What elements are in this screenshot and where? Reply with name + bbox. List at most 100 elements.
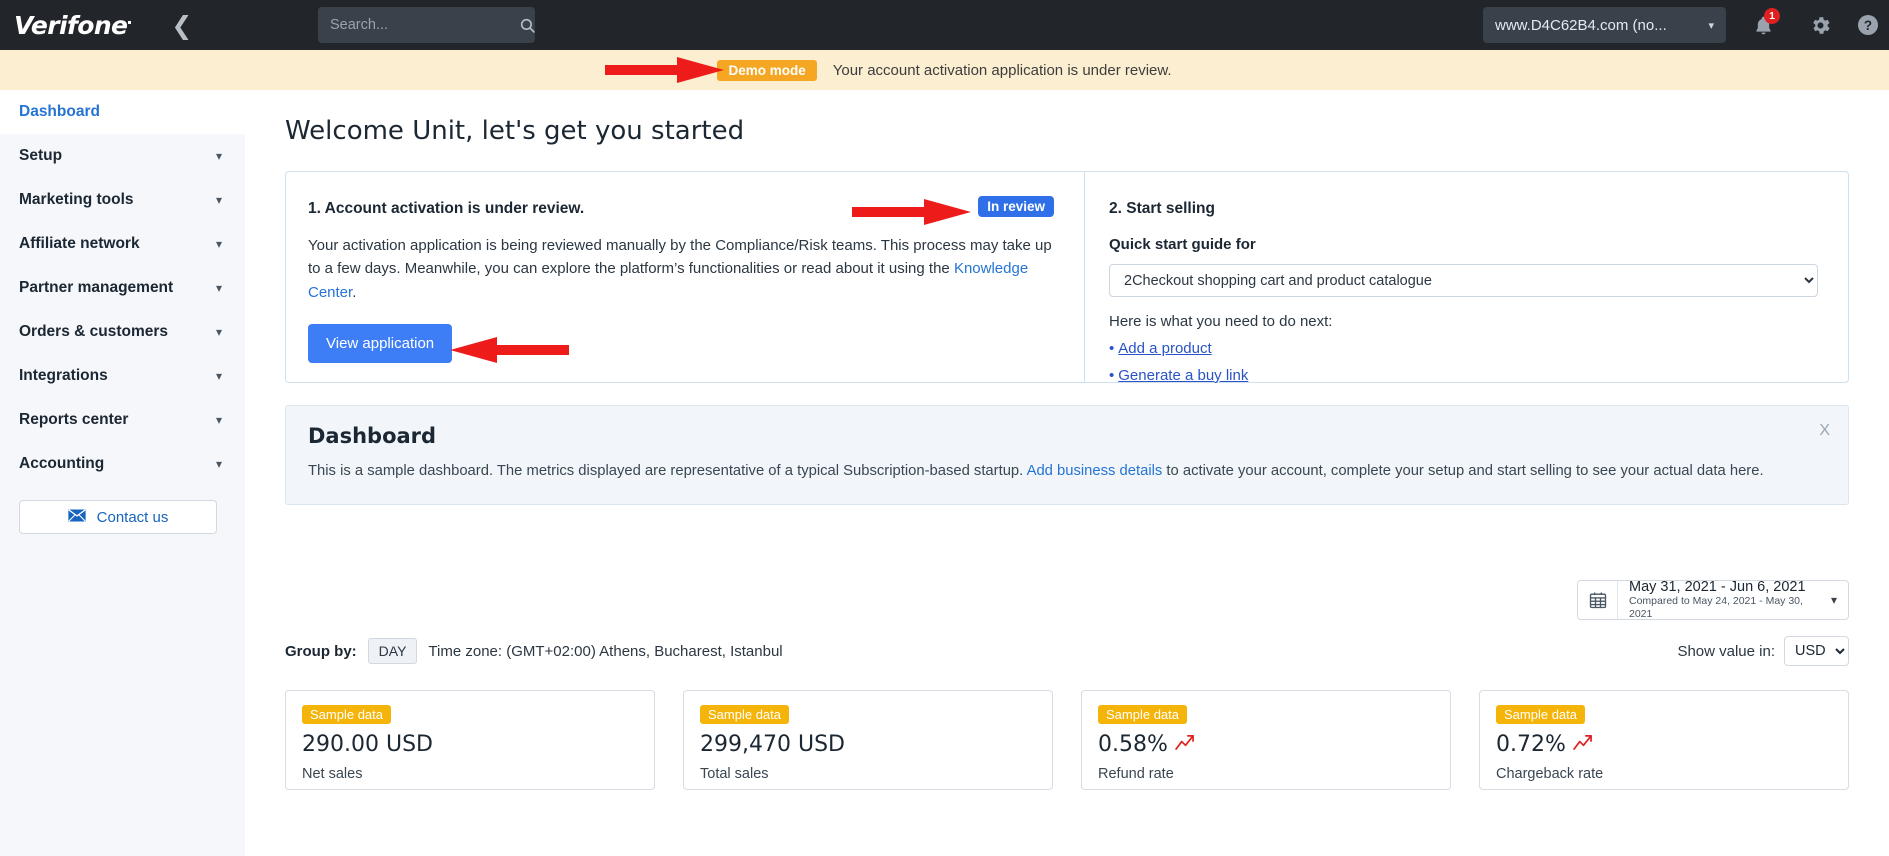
settings-button[interactable] <box>1799 0 1841 50</box>
chevron-down-icon: ▾ <box>215 457 222 471</box>
sample-data-chip: Sample data <box>302 705 391 724</box>
step2-title: 2. Start selling <box>1109 200 1215 217</box>
search-icon[interactable] <box>519 17 536 34</box>
sidebar-item-integrations[interactable]: Integrations ▾ <box>0 354 245 398</box>
metric-value-text: 0.72% <box>1496 732 1566 757</box>
envelope-icon <box>67 508 86 526</box>
step1-text-part2: . <box>352 283 357 301</box>
account-name: www.D4C62B4.com (no... <box>1495 16 1667 34</box>
sidebar-item-label: Partner management <box>19 279 174 296</box>
sidebar-item-dashboard[interactable]: Dashboard <box>0 90 245 134</box>
chevron-down-icon: ▾ <box>215 413 222 427</box>
onboarding-step-1: 1. Account activation is under review. I… <box>286 172 1084 382</box>
contact-us-label: Contact us <box>96 508 169 526</box>
calendar-icon <box>1578 581 1618 619</box>
chevron-down-icon: ▾ <box>1830 593 1838 607</box>
add-business-details-link[interactable]: Add business details <box>1027 463 1163 479</box>
status-badge: In review <box>978 196 1054 217</box>
step1-title: 1. Account activation is under review. <box>308 200 585 217</box>
metric-cards-row: Sample data 290.00 USD Net sales Sample … <box>285 690 1849 790</box>
sample-data-chip: Sample data <box>1496 705 1585 724</box>
banner-text-part1: This is a sample dashboard. The metrics … <box>308 463 1027 479</box>
metric-card-net-sales: Sample data 290.00 USD Net sales <box>285 690 655 790</box>
top-header-bar: Verifone ❮ www.D4C62B4.com (no... ▾ 1 ? <box>0 0 1889 50</box>
notifications-button[interactable]: 1 <box>1742 0 1784 50</box>
step1-description: Your activation application is being rev… <box>308 234 1054 304</box>
dashboard-banner-title: Dashboard <box>308 424 437 448</box>
dashboard-banner-text: This is a sample dashboard. The metrics … <box>308 460 1826 484</box>
metric-value: 290.00 USD <box>302 732 638 757</box>
sidebar-item-label: Integrations <box>19 367 108 384</box>
group-by-controls: Group by: DAY Time zone: (GMT+02:00) Ath… <box>285 638 783 664</box>
sidebar-item-label: Accounting <box>19 455 105 472</box>
add-a-product-link[interactable]: Add a product <box>1118 340 1211 357</box>
metric-label: Chargeback rate <box>1496 766 1604 782</box>
onboarding-card: 1. Account activation is under review. I… <box>285 171 1849 384</box>
trend-up-icon <box>1573 732 1594 757</box>
onboarding-step-2: 2. Start selling Quick start guide for 2… <box>1084 172 1848 384</box>
svg-text:?: ? <box>1864 18 1872 33</box>
sidebar-item-label: Setup <box>19 147 63 164</box>
metric-label: Total sales <box>700 766 769 782</box>
banner-text-part2: to activate your account, complete your … <box>1162 463 1764 479</box>
metric-value-text: 0.58% <box>1098 732 1168 757</box>
next-step-item: • Add a product <box>1109 340 1818 357</box>
page-title: Welcome Unit, let's get you started <box>285 116 745 146</box>
trend-up-icon <box>1175 732 1196 757</box>
sidebar-item-affiliate-network[interactable]: Affiliate network ▾ <box>0 222 245 266</box>
sidebar-item-orders-customers[interactable]: Orders & customers ▾ <box>0 310 245 354</box>
sidebar-item-label: Dashboard <box>19 103 100 120</box>
chevron-down-icon: ▾ <box>215 281 222 295</box>
account-selector[interactable]: www.D4C62B4.com (no... ▾ <box>1483 7 1726 43</box>
chevron-down-icon: ▾ <box>215 369 222 383</box>
view-application-button[interactable]: View application <box>308 323 453 363</box>
chevron-down-icon: ▾ <box>215 237 222 251</box>
sidebar-item-label: Reports center <box>19 411 129 428</box>
chevron-down-icon: ▾ <box>1708 19 1714 32</box>
bullet-icon: • <box>1109 367 1115 384</box>
metric-card-chargeback-rate: Sample data 0.72% Chargeback rate <box>1479 690 1849 790</box>
notification-badge: 1 <box>1764 8 1780 24</box>
sidebar-collapse-icon[interactable]: ❮ <box>171 13 192 38</box>
demo-mode-message: Your account activation application is u… <box>832 61 1172 79</box>
metric-card-refund-rate: Sample data 0.58% Refund rate <box>1081 690 1451 790</box>
chevron-down-icon: ▾ <box>215 193 222 207</box>
show-value-label: Show value in: <box>1677 642 1775 660</box>
next-step-item: • Generate a buy link <box>1109 367 1818 384</box>
sample-data-chip: Sample data <box>1098 705 1187 724</box>
sidebar-item-partner-management[interactable]: Partner management ▾ <box>0 266 245 310</box>
sample-data-chip: Sample data <box>700 705 789 724</box>
verifone-logo: Verifone <box>14 11 132 40</box>
group-by-label: Group by: <box>285 642 357 660</box>
date-range-comparison: Compared to May 24, 2021 - May 30, 2021 <box>1629 595 1803 621</box>
chevron-down-icon: ▾ <box>215 325 222 339</box>
main-content-area: Welcome Unit, let's get you started 1. A… <box>245 90 1889 856</box>
search-box[interactable] <box>318 7 535 43</box>
generate-buy-link-link[interactable]: Generate a buy link <box>1118 367 1248 384</box>
date-range-picker[interactable]: May 31, 2021 - Jun 6, 2021 Compared to M… <box>1577 579 1849 621</box>
chevron-down-icon: ▾ <box>215 149 222 163</box>
sidebar-item-setup[interactable]: Setup ▾ <box>0 134 245 178</box>
dashboard-info-banner: Dashboard This is a sample dashboard. Th… <box>285 405 1849 505</box>
sidebar-item-reports-center[interactable]: Reports center ▾ <box>0 398 245 442</box>
currency-select[interactable]: USD <box>1784 636 1849 666</box>
bullet-icon: • <box>1109 340 1115 357</box>
metric-value: 299,470 USD <box>700 732 1036 757</box>
contact-us-button[interactable]: Contact us <box>19 500 217 534</box>
help-button[interactable]: ? <box>1847 0 1889 50</box>
show-value-controls: Show value in: USD <box>1677 636 1849 666</box>
sidebar-item-label: Orders & customers <box>19 323 169 340</box>
quick-start-guide-select[interactable]: 2Checkout shopping cart and product cata… <box>1109 264 1818 297</box>
search-input[interactable] <box>318 16 519 34</box>
quick-start-label: Quick start guide for <box>1109 236 1256 253</box>
sidebar-navigation: Dashboard Setup ▾ Marketing tools ▾ Affi… <box>0 90 245 856</box>
metric-card-total-sales: Sample data 299,470 USD Total sales <box>683 690 1053 790</box>
close-icon[interactable]: X <box>1819 422 1830 440</box>
sidebar-item-label: Affiliate network <box>19 235 140 252</box>
sidebar-item-accounting[interactable]: Accounting ▾ <box>0 442 245 486</box>
timezone-label: Time zone: (GMT+02:00) Athens, Bucharest… <box>428 642 783 660</box>
step1-text-part1: Your activation application is being rev… <box>308 237 1052 278</box>
metric-value: 0.72% <box>1496 732 1832 757</box>
group-by-day-chip[interactable]: DAY <box>367 638 418 664</box>
sidebar-item-marketing-tools[interactable]: Marketing tools ▾ <box>0 178 245 222</box>
